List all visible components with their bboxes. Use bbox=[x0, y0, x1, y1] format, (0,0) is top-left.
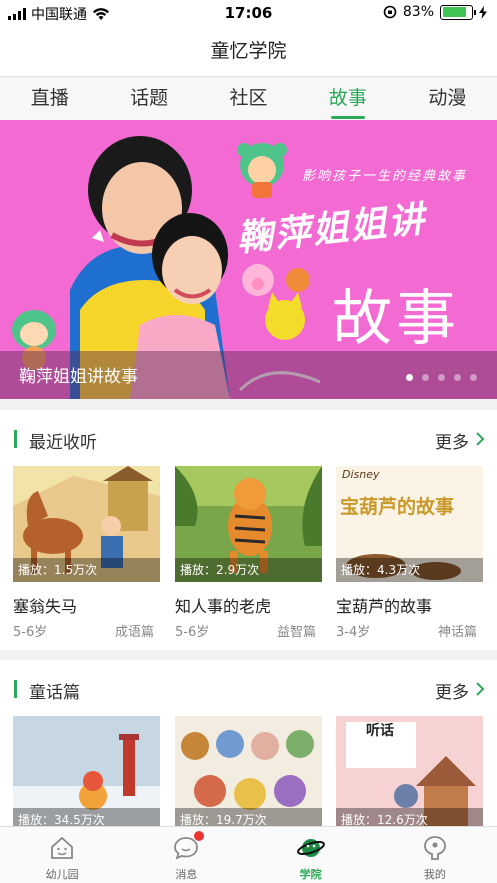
nav-label: 学院 bbox=[299, 868, 322, 881]
carousel-dot[interactable] bbox=[438, 374, 445, 381]
story-category: 益智篇 bbox=[276, 625, 316, 640]
story-category: 成语篇 bbox=[114, 625, 154, 640]
category-tabs: 直播 话题 社区 故事 动漫 bbox=[0, 78, 497, 120]
nav-kindergarten[interactable]: 幼儿园 bbox=[0, 827, 124, 883]
carousel-dot[interactable] bbox=[454, 374, 461, 381]
banner-caption: 鞠萍姐姐讲故事 bbox=[19, 367, 138, 387]
story-thumbnail[interactable]: 播放：19.7万次 bbox=[175, 716, 322, 832]
story-name: 宝葫芦的故事 bbox=[336, 597, 433, 616]
carousel-dot[interactable] bbox=[406, 374, 413, 381]
carousel-dots bbox=[406, 374, 477, 381]
story-thumbnail[interactable]: 播放：34.5万次 bbox=[13, 716, 160, 832]
battery-icon bbox=[440, 4, 476, 20]
thumbnail-title: 宝葫芦的故事 bbox=[340, 496, 455, 518]
nav-messages[interactable]: 消息 bbox=[124, 827, 248, 883]
nav-profile[interactable]: 我的 bbox=[373, 827, 497, 883]
more-link[interactable]: 更多 bbox=[435, 678, 469, 703]
profile-icon bbox=[423, 836, 446, 860]
battery-percent: 83% bbox=[402, 4, 434, 20]
notification-badge bbox=[194, 831, 205, 841]
nav-label: 我的 bbox=[423, 868, 446, 881]
nav-label: 消息 bbox=[175, 868, 198, 881]
play-count: 播放：2.9万次 bbox=[175, 558, 322, 582]
carousel-dot[interactable] bbox=[422, 374, 429, 381]
charging-icon bbox=[479, 5, 487, 19]
story-category: 神话篇 bbox=[437, 625, 477, 640]
planet-icon bbox=[296, 839, 325, 857]
section-header: 童话篇 更多 bbox=[0, 660, 497, 716]
fairy-tale-section: 童话篇 更多 播放：34.5万次 播放：19.7万次 听话 播放：12.6万次 bbox=[0, 660, 497, 832]
section-header: 最近收听 更多 bbox=[0, 410, 497, 466]
tab-community[interactable]: 社区 bbox=[199, 78, 298, 120]
story-name: 塞翁失马 bbox=[13, 597, 78, 616]
story-thumbnail[interactable]: 听话 播放：12.6万次 bbox=[336, 716, 483, 832]
section-title: 最近收听 bbox=[29, 433, 97, 453]
story-age: 5-6岁 bbox=[13, 625, 48, 640]
section-title: 童话篇 bbox=[29, 683, 80, 703]
tab-animation[interactable]: 动漫 bbox=[398, 78, 497, 120]
story-thumbnail[interactable]: 播放：1.5万次 bbox=[13, 466, 160, 582]
section-accent-bar bbox=[14, 680, 17, 698]
tab-topics[interactable]: 话题 bbox=[99, 78, 198, 120]
bottom-navigation: 幼儿园 消息 学院 我的 bbox=[0, 826, 497, 883]
chevron-right-icon[interactable] bbox=[472, 431, 488, 447]
banner-carousel[interactable]: 影响孩子一生的经典故事 鞠萍姐姐讲 故事 鞠萍姐姐讲故事 bbox=[0, 120, 497, 399]
thumbnail-brand: Disney bbox=[342, 468, 380, 481]
thumbnail-title: 听话 bbox=[366, 723, 394, 739]
app-screen: 中国联通 17:06 83% 童忆学院 直播 话题 社区 故事 动漫 影响孩子一… bbox=[0, 0, 497, 883]
chevron-right-icon[interactable] bbox=[472, 681, 488, 697]
more-link[interactable]: 更多 bbox=[435, 428, 469, 453]
section-accent-bar bbox=[14, 430, 17, 448]
status-bar: 中国联通 17:06 83% bbox=[0, 0, 497, 25]
orientation-lock-icon bbox=[383, 5, 397, 19]
tab-stories[interactable]: 故事 bbox=[298, 78, 397, 120]
story-age: 3-4岁 bbox=[336, 625, 371, 640]
nav-academy[interactable]: 学院 bbox=[249, 827, 373, 883]
story-name: 知人事的老虎 bbox=[175, 597, 272, 616]
story-thumbnail[interactable]: Disney 宝葫芦的故事 播放：4.3万次 bbox=[336, 466, 483, 582]
story-age: 5-6岁 bbox=[175, 625, 210, 640]
house-icon bbox=[51, 836, 74, 859]
recent-section: 最近收听 更多 播放：1.5万次 塞翁失马 5-6岁 成语篇 播放：2.9万次 … bbox=[0, 410, 497, 650]
banner-subtitle: 故事 bbox=[332, 284, 460, 354]
carousel-dot[interactable] bbox=[470, 374, 477, 381]
banner-slogan: 影响孩子一生的经典故事 bbox=[301, 169, 467, 184]
play-count: 播放：4.3万次 bbox=[336, 558, 483, 582]
tab-live[interactable]: 直播 bbox=[0, 78, 99, 120]
nav-label: 幼儿园 bbox=[45, 868, 79, 881]
story-thumbnail[interactable]: 播放：2.9万次 bbox=[175, 466, 322, 582]
page-title: 童忆学院 bbox=[0, 25, 497, 77]
play-count: 播放：1.5万次 bbox=[13, 558, 160, 582]
